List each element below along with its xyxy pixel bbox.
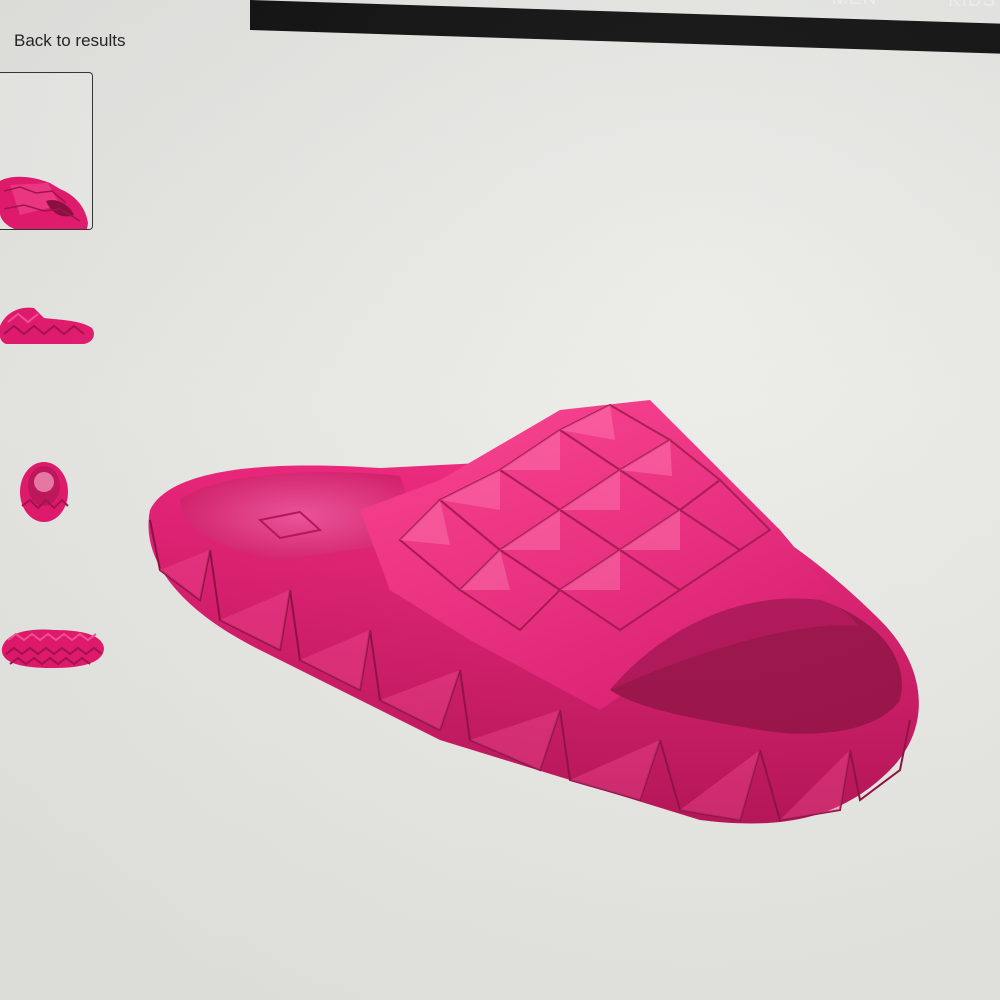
- thumbnail-side-view[interactable]: [0, 298, 100, 350]
- top-navigation-bar: [250, 0, 1000, 54]
- thumbnail-sole-view[interactable]: [0, 624, 108, 674]
- slide-thumbnail-image: [20, 462, 69, 522]
- thumbnail-angled-view[interactable]: [0, 72, 93, 245]
- back-to-results-link[interactable]: Back to results: [14, 31, 126, 51]
- slide-thumbnail-image: [0, 176, 88, 245]
- main-product-image: [148, 400, 919, 824]
- thumbnail-back-view[interactable]: [16, 458, 72, 524]
- slide-thumbnail-image: [0, 307, 94, 344]
- nav-item-men[interactable]: MEN: [832, 0, 877, 10]
- slide-thumbnail-image: [1, 629, 104, 668]
- nav-item-kids[interactable]: KIDS: [948, 0, 996, 12]
